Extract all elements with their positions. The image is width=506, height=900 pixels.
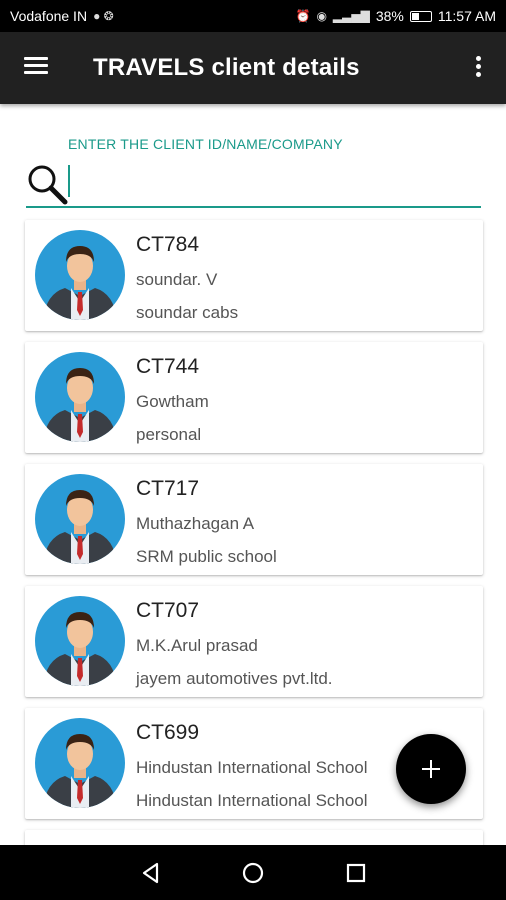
client-company: soundar cabs [136,303,239,322]
plus-icon [422,760,440,778]
search-icon [28,165,68,205]
client-company: jayem automotives pvt.ltd. [136,669,333,688]
client-card[interactable]: CT717 Muthazhagan A SRM public school [25,464,483,575]
client-name: soundar. V [136,270,218,289]
app-bar: TRAVELS client details [0,32,506,104]
client-id: CT717 [136,477,200,500]
client-company: SRM public school [136,547,277,566]
clock: 11:57 AM [437,8,496,24]
client-card[interactable]: CT744 Gowtham personal [25,342,483,453]
avatar-icon [35,718,125,808]
client-company: personal [136,425,202,444]
alarm-icon: ⏰ [295,9,311,23]
battery-icon [409,10,432,22]
notification-icon: ● ❂ [93,9,114,23]
status-right: ⏰ ◉ ▂▃▅▇ 38% 11:57 AM [295,8,496,24]
client-name: Hindustan International School [136,758,368,777]
recents-icon[interactable] [342,859,370,887]
client-id: CT699 [136,721,200,744]
avatar-icon [35,352,125,442]
hamburger-icon[interactable] [24,57,48,75]
status-left: Vodafone IN ● ❂ [10,8,114,24]
search-input[interactable] [70,166,474,202]
eye-comfort-icon: ◉ [316,9,327,23]
client-id: CT707 [136,599,200,622]
carrier-name: Vodafone IN [10,8,88,24]
client-id: CT784 [136,233,200,256]
search-label: ENTER THE CLIENT ID/NAME/COMPANY [68,136,343,152]
home-icon[interactable] [239,859,267,887]
client-card[interactable]: CT784 soundar. V soundar cabs [25,220,483,331]
page-title: TRAVELS client details [93,54,360,81]
client-name: M.K.Arul prasad [136,636,258,655]
client-name: Gowtham [136,392,209,411]
search-field[interactable] [26,158,481,208]
avatar-icon [35,596,125,686]
status-bar: Vodafone IN ● ❂ ⏰ ◉ ▂▃▅▇ 38% 11:57 AM [0,0,506,32]
add-client-button[interactable] [396,734,466,804]
battery-percent: 38% [375,8,404,24]
client-id: CT744 [136,355,200,378]
signal-icon: ▂▃▅▇ [332,9,370,23]
avatar-icon [35,474,125,564]
more-vert-icon[interactable] [474,54,482,80]
avatar-icon [35,230,125,320]
navigation-bar [0,845,506,900]
client-company: Hindustan International School [136,791,368,810]
client-name: Muthazhagan A [136,514,255,533]
back-icon[interactable] [137,859,165,887]
client-card[interactable]: CT707 M.K.Arul prasad jayem automotives … [25,586,483,697]
